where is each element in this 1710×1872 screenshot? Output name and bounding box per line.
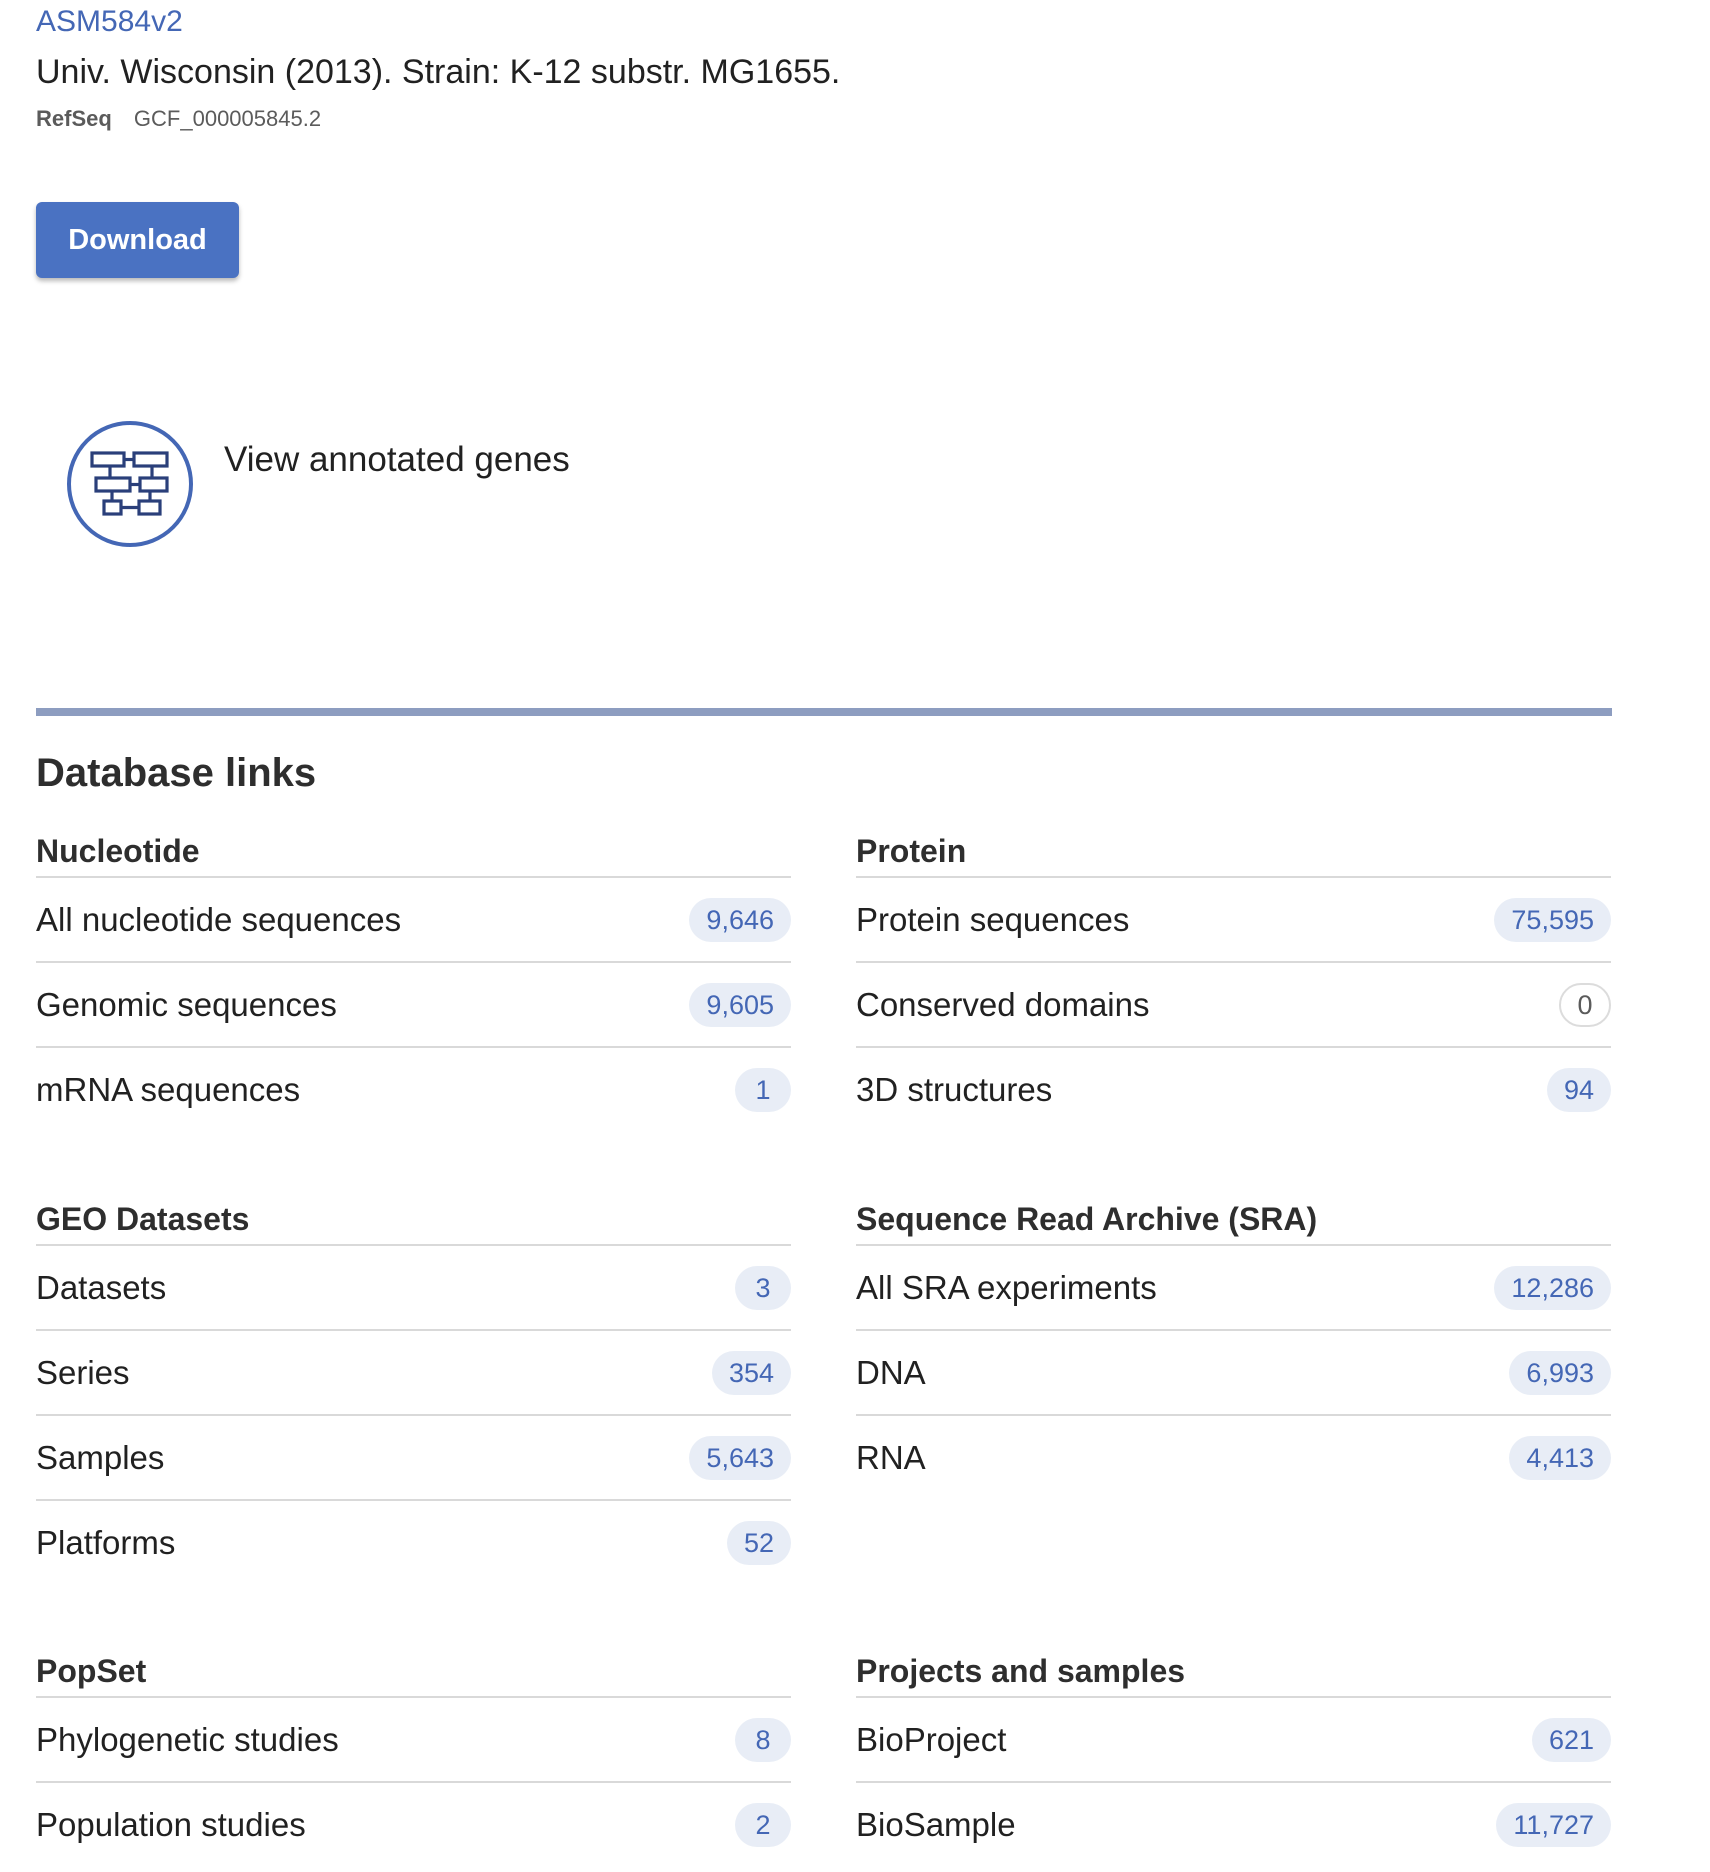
link-row[interactable]: Datasets 3 xyxy=(36,1246,791,1331)
link-row[interactable]: Samples 5,643 xyxy=(36,1416,791,1501)
projects-samples-group: Projects and samples BioProject 621 BioS… xyxy=(856,1640,1611,1866)
popset-title: PopSet xyxy=(36,1640,791,1698)
link-row[interactable]: BioProject 621 xyxy=(856,1698,1611,1783)
link-row[interactable]: Genomic sequences 9,605 xyxy=(36,963,791,1048)
assembly-description: Univ. Wisconsin (2013). Strain: K-12 sub… xyxy=(36,53,841,91)
count-badge: 94 xyxy=(1546,1067,1611,1112)
link-row[interactable]: Protein sequences 75,595 xyxy=(856,878,1611,963)
link-row[interactable]: Population studies 2 xyxy=(36,1783,791,1866)
link-row: Conserved domains 0 xyxy=(856,963,1611,1048)
link-label: Series xyxy=(36,1353,130,1391)
count-badge: 354 xyxy=(711,1350,791,1395)
link-row[interactable]: mRNA sequences 1 xyxy=(36,1048,791,1131)
count-badge: 52 xyxy=(726,1520,791,1565)
link-label: BioSample xyxy=(856,1805,1016,1843)
link-row[interactable]: BioSample 11,727 xyxy=(856,1783,1611,1866)
count-badge: 9,605 xyxy=(689,982,791,1027)
count-badge: 12,286 xyxy=(1494,1265,1611,1310)
link-label: Platforms xyxy=(36,1523,176,1561)
link-row[interactable]: All nucleotide sequences 9,646 xyxy=(36,878,791,963)
assembly-name-link[interactable]: ASM584v2 xyxy=(36,2,183,42)
link-label: All nucleotide sequences xyxy=(36,900,402,938)
link-row[interactable]: DNA 6,993 xyxy=(856,1331,1611,1416)
link-row[interactable]: 3D structures 94 xyxy=(856,1048,1611,1131)
count-badge: 5,643 xyxy=(689,1435,791,1480)
count-badge: 621 xyxy=(1531,1717,1611,1762)
database-links-heading: Database links xyxy=(36,751,317,795)
download-button[interactable]: Download xyxy=(36,202,239,278)
link-label: Protein sequences xyxy=(856,900,1130,938)
link-label: Datasets xyxy=(36,1268,167,1306)
link-row[interactable]: Platforms 52 xyxy=(36,1501,791,1584)
section-divider xyxy=(36,708,1612,716)
projects-samples-title: Projects and samples xyxy=(856,1640,1611,1698)
link-label: Population studies xyxy=(36,1805,306,1843)
count-badge: 11,727 xyxy=(1496,1802,1611,1847)
count-badge: 3 xyxy=(735,1265,791,1310)
nucleotide-group: Nucleotide All nucleotide sequences 9,64… xyxy=(36,820,791,1131)
count-badge: 4,413 xyxy=(1509,1435,1611,1480)
link-label: Conserved domains xyxy=(856,985,1150,1023)
popset-group: PopSet Phylogenetic studies 8 Population… xyxy=(36,1640,791,1866)
count-badge: 2 xyxy=(735,1802,791,1847)
assembly-page: ASM584v2 Univ. Wisconsin (2013). Strain:… xyxy=(0,0,1710,1872)
link-label: Samples xyxy=(36,1438,165,1476)
link-label: Genomic sequences xyxy=(36,985,337,1023)
link-row[interactable]: All SRA experiments 12,286 xyxy=(856,1246,1611,1331)
gene-annotation-icon xyxy=(67,421,193,547)
sra-group: Sequence Read Archive (SRA) All SRA expe… xyxy=(856,1188,1611,1499)
link-row[interactable]: RNA 4,413 xyxy=(856,1416,1611,1499)
link-label: BioProject xyxy=(856,1720,1007,1758)
geo-datasets-title: GEO Datasets xyxy=(36,1188,791,1246)
refseq-accession: GCF_000005845.2 xyxy=(133,106,322,131)
link-label: 3D structures xyxy=(856,1070,1053,1108)
count-badge: 1 xyxy=(735,1067,791,1112)
protein-group: Protein Protein sequences 75,595 Conserv… xyxy=(856,820,1611,1131)
view-annotated-genes-link[interactable]: View annotated genes xyxy=(66,420,570,548)
sra-title: Sequence Read Archive (SRA) xyxy=(856,1188,1611,1246)
view-annotated-genes-label: View annotated genes xyxy=(224,440,570,479)
count-badge: 75,595 xyxy=(1494,897,1611,942)
count-badge: 9,646 xyxy=(689,897,791,942)
refseq-row: RefSeq GCF_000005845.2 xyxy=(36,104,321,134)
link-label: RNA xyxy=(856,1438,926,1476)
link-row[interactable]: Series 354 xyxy=(36,1331,791,1416)
geo-datasets-group: GEO Datasets Datasets 3 Series 354 Sampl… xyxy=(36,1188,791,1584)
nucleotide-title: Nucleotide xyxy=(36,820,791,878)
link-label: All SRA experiments xyxy=(856,1268,1157,1306)
refseq-label: RefSeq xyxy=(36,106,112,131)
link-label: Phylogenetic studies xyxy=(36,1720,339,1758)
protein-title: Protein xyxy=(856,820,1611,878)
count-badge: 0 xyxy=(1559,982,1611,1027)
count-badge: 8 xyxy=(735,1717,791,1762)
link-label: mRNA sequences xyxy=(36,1070,301,1108)
count-badge: 6,993 xyxy=(1509,1350,1611,1395)
link-label: DNA xyxy=(856,1353,926,1391)
link-row[interactable]: Phylogenetic studies 8 xyxy=(36,1698,791,1783)
